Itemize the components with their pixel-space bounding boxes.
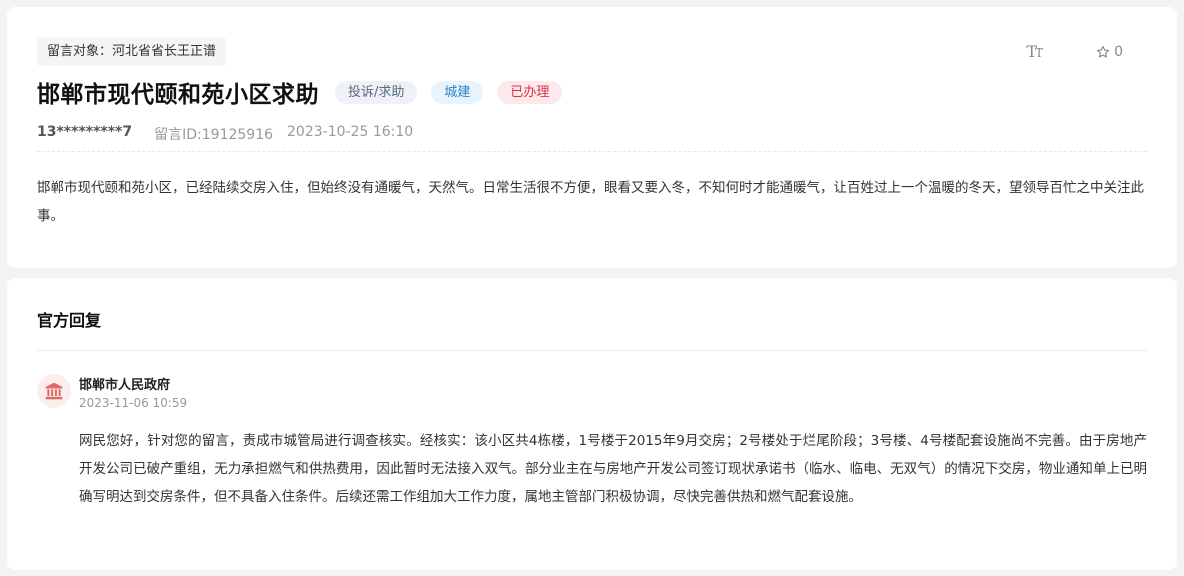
type-tag: 投诉/求助 [335, 80, 418, 104]
government-building-icon [37, 374, 71, 408]
star-icon [1096, 45, 1110, 58]
font-tool-big: T [1026, 42, 1037, 61]
bank-icon [45, 382, 63, 400]
author-phone: 13*********7 [37, 124, 133, 140]
reply-org-name: 邯郸市人民政府 [79, 378, 171, 393]
reply-content: 网民您好，针对您的留言，责成市城管局进行调查核实。经核实：该小区共4栋楼，1号楼… [79, 433, 1147, 505]
message-datetime: 2023-10-25 16:10 [287, 124, 414, 140]
favorite-count: 0 [1114, 43, 1123, 60]
status-badge: 已办理 [497, 80, 563, 104]
font-tool-small: T [1035, 46, 1043, 60]
favorite-button[interactable]: 0 [1096, 44, 1123, 60]
official-reply-card: 官方回复 邯郸市人民政府 2023-11-06 10:59 网民您好，针对您的留… [7, 278, 1177, 570]
message-tools: TT 0 [1026, 42, 1123, 61]
reply-heading: 官方回复 [37, 311, 102, 330]
message-meta: 13*********7 留言ID:19125916 2023-10-25 16… [37, 124, 435, 144]
category-tag: 城建 [431, 80, 484, 104]
message-title: 邯郸市现代颐和苑小区求助 [37, 82, 319, 108]
message-target-chip: 留言对象：河北省省长王正谱 [37, 37, 227, 66]
font-size-toggle-icon[interactable]: TT [1026, 42, 1043, 61]
title-row: 邯郸市现代颐和苑小区求助 投诉/求助 城建 已办理 [37, 75, 563, 109]
reply-datetime: 2023-11-06 10:59 [79, 396, 188, 410]
divider [37, 350, 1147, 351]
divider [37, 151, 1147, 152]
message-card: 留言对象：河北省省长王正谱 TT 0 邯郸市现代颐和苑小区求助 投诉/求助 城建… [7, 7, 1177, 268]
message-content: 邯郸市现代颐和苑小区，已经陆续交房入住，但始终没有通暖气，天然气。日常生活很不方… [37, 180, 1144, 224]
message-id: 留言ID:19125916 [154, 127, 274, 143]
